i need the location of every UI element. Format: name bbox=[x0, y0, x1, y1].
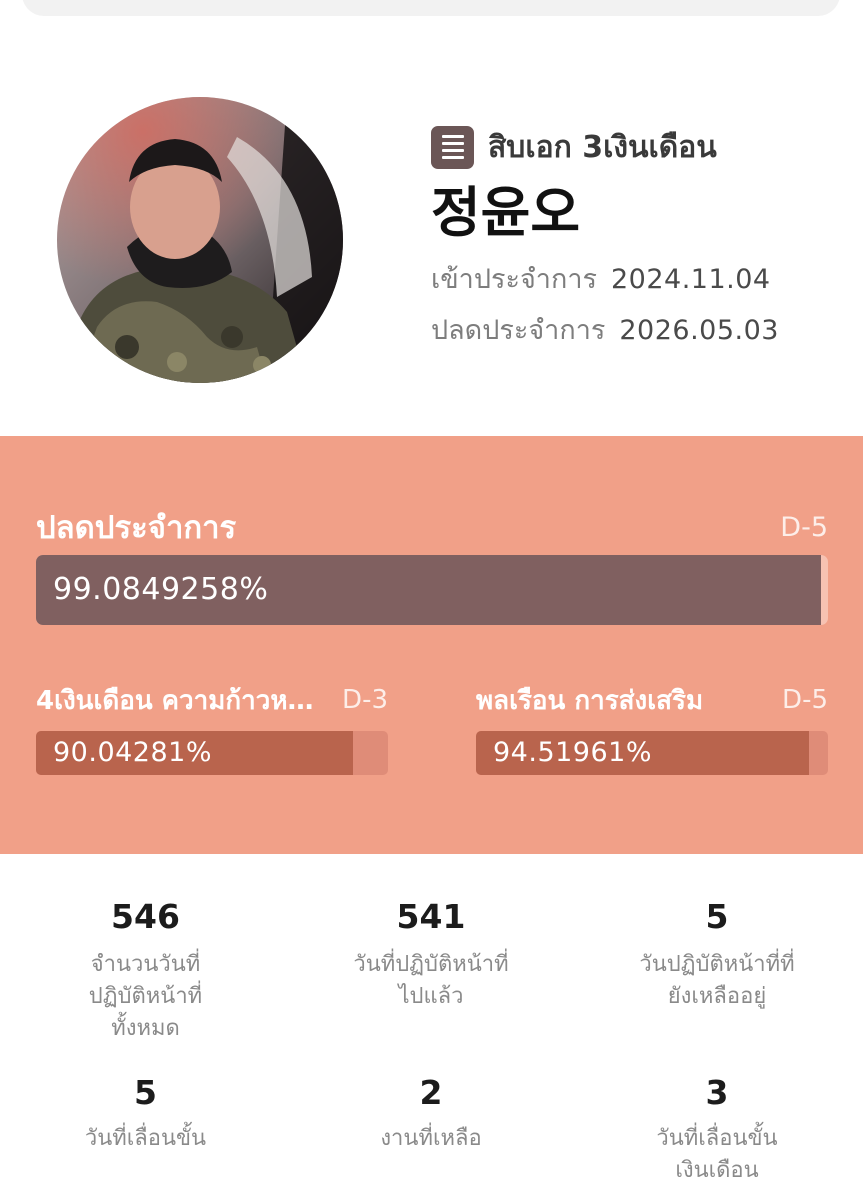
stat-total-days: 546 จำนวนวันที่ปฏิบัติหน้าที่ทั้งหมด bbox=[0, 895, 291, 1045]
promotion-progress-bar: 94.51961% bbox=[476, 731, 828, 775]
discharge-label: ปลดประจำการ bbox=[431, 315, 606, 346]
salary-progress-title: 4เงินเดือน ความก้าวหน้า bbox=[36, 685, 318, 716]
progress-panel: ปลดประจำการ D-5 99.0849258% 4เงินเดือน ค… bbox=[0, 436, 863, 854]
profile-info: สิบเอก 3เงินเดือน 정윤오 เข้าประจำการ 2024.… bbox=[431, 123, 779, 351]
stat-label: งานที่เหลือ bbox=[380, 1126, 482, 1151]
stat-salary-step-days: 3 วันที่เลื่อนขั้นเงินเดือน bbox=[571, 1073, 863, 1187]
stat-label: วันที่เลื่อนขั้น bbox=[84, 1126, 207, 1151]
enlist-date: 2024.11.04 bbox=[610, 264, 771, 295]
stat-value: 3 bbox=[705, 1073, 729, 1112]
discharge-dday: D-5 bbox=[780, 511, 828, 543]
list-icon bbox=[431, 125, 474, 169]
stat-label: วันที่เลื่อนขั้นเงินเดือน bbox=[656, 1126, 778, 1183]
stat-label: วันที่ปฏิบัติหน้าที่ไปแล้ว bbox=[353, 952, 509, 1009]
enlist-row: เข้าประจำการ 2024.11.04 bbox=[431, 257, 779, 300]
promotion-progress-percent: 94.51961% bbox=[493, 737, 652, 768]
stat-value: 541 bbox=[396, 897, 466, 936]
salary-progress-bar: 90.04281% bbox=[36, 731, 388, 775]
discharge-progress-title: ปลดประจำการ bbox=[36, 510, 237, 546]
promotion-progress-header: พลเรือน การส่งเสริม D-5 bbox=[476, 682, 828, 718]
stat-days-remaining: 5 วันปฏิบัติหน้าที่ที่ยังเหลืออยู่ bbox=[571, 895, 863, 1045]
stat-days-served: 541 วันที่ปฏิบัติหน้าที่ไปแล้ว bbox=[291, 895, 571, 1045]
discharge-date: 2026.05.03 bbox=[619, 315, 779, 346]
stat-label: จำนวนวันที่ปฏิบัติหน้าที่ทั้งหมด bbox=[88, 952, 203, 1041]
salary-progress-percent: 90.04281% bbox=[53, 737, 212, 768]
salary-progress[interactable]: 4เงินเดือน ความก้าวหน้า D-3 90.04281% bbox=[36, 682, 388, 775]
enlist-label: เข้าประจำการ bbox=[431, 264, 597, 295]
stat-value: 5 bbox=[705, 897, 729, 936]
discharge-progress-percent: 99.0849258% bbox=[53, 572, 269, 607]
salary-progress-header: 4เงินเดือน ความก้าวหน้า D-3 bbox=[36, 682, 388, 718]
stat-label: วันปฏิบัติหน้าที่ที่ยังเหลืออยู่ bbox=[639, 952, 795, 1009]
avatar[interactable] bbox=[57, 97, 343, 383]
promotion-progress[interactable]: พลเรือน การส่งเสริม D-5 94.51961% bbox=[476, 682, 828, 775]
soldier-name: 정윤오 bbox=[431, 181, 581, 244]
stat-value: 5 bbox=[134, 1073, 157, 1112]
rank-row: สิบเอก 3เงินเดือน bbox=[431, 123, 779, 171]
discharge-row: ปลดประจำการ 2026.05.03 bbox=[431, 308, 779, 351]
promotion-dday: D-5 bbox=[782, 685, 828, 715]
discharge-progress-bar[interactable]: 99.0849258% bbox=[36, 555, 828, 625]
avatar-photo bbox=[57, 97, 343, 383]
stat-value: 546 bbox=[111, 897, 180, 936]
salary-dday: D-3 bbox=[342, 685, 388, 715]
discharge-progress-header: ปลดประจำการ D-5 bbox=[36, 502, 828, 552]
promotion-progress-title: พลเรือน การส่งเสริม bbox=[476, 685, 704, 716]
rank-label: สิบเอก 3เงินเดือน bbox=[488, 129, 717, 165]
top-card bbox=[22, 0, 840, 16]
stats-grid: 546 จำนวนวันที่ปฏิบัติหน้าที่ทั้งหมด 541… bbox=[0, 895, 863, 1187]
stat-value: 2 bbox=[419, 1073, 443, 1112]
stat-promotion-days: 5 วันที่เลื่อนขั้น bbox=[0, 1073, 291, 1187]
stat-remaining-tasks: 2 งานที่เหลือ bbox=[291, 1073, 571, 1187]
